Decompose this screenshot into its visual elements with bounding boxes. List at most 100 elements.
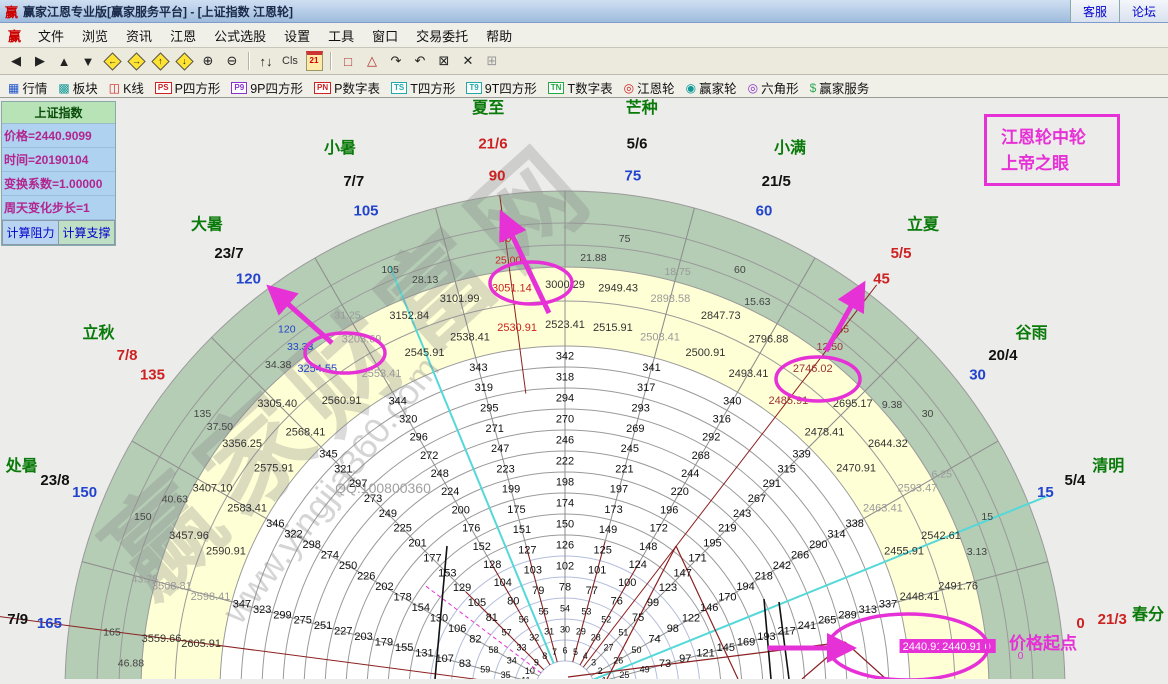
- inner-price-label: 2530.91: [497, 322, 537, 334]
- customer-service-button[interactable]: 客服: [1070, 0, 1119, 22]
- inner-price-label: 2493.41: [729, 368, 769, 380]
- eye-annotation-box: 江恩轮中轮 上帝之眼: [984, 114, 1120, 186]
- wheel-number: 55: [539, 606, 549, 616]
- wheel-number: 201: [408, 538, 426, 550]
- date-label: 23/8: [40, 472, 69, 489]
- module-p-square[interactable]: PSP四方形: [153, 77, 223, 98]
- angle-label: 75: [625, 167, 642, 184]
- nav-next-icon[interactable]: ▶: [29, 51, 51, 71]
- rotate-ccw-icon[interactable]: ↶: [409, 51, 431, 71]
- fraction-label: 18.75: [664, 266, 690, 278]
- wheel-number: 246: [556, 435, 574, 447]
- fraction-label: 15.63: [744, 296, 770, 308]
- cls-button[interactable]: Cls: [279, 51, 301, 71]
- module-sectors[interactable]: ▩板块: [56, 77, 99, 98]
- wheel-number: 153: [438, 567, 456, 579]
- panel-row-0: 价格=2440.9099: [2, 124, 115, 148]
- wheel-number: 123: [659, 582, 677, 594]
- pin-icon[interactable]: ⊞: [481, 51, 503, 71]
- solar-term-label: 大暑: [191, 215, 223, 234]
- menu-item-9[interactable]: 帮助: [477, 24, 521, 47]
- wheel-number: 7: [552, 647, 557, 657]
- rotate-cw-icon[interactable]: ↷: [385, 51, 407, 71]
- wheel-number: 268: [692, 450, 710, 462]
- module-kline[interactable]: ◫K线: [107, 77, 146, 98]
- wheel-number: 177: [423, 552, 441, 564]
- wheel-number: 176: [462, 523, 480, 535]
- module-t-square[interactable]: TST四方形: [389, 77, 457, 98]
- module-9p-square[interactable]: P99P四方形: [229, 77, 305, 98]
- wheel-number: 147: [674, 567, 692, 579]
- pointer-up-icon[interactable]: ▲: [53, 51, 75, 71]
- pointer-down-icon[interactable]: ▼: [77, 51, 99, 71]
- zoom-out-icon[interactable]: ⊖: [221, 51, 243, 71]
- t-square-icon: TS: [391, 82, 407, 94]
- band-angle-label: 150: [134, 511, 152, 523]
- forum-button[interactable]: 论坛: [1119, 0, 1168, 22]
- diamond-up-icon[interactable]: ↑: [149, 51, 171, 71]
- menu-item-7[interactable]: 窗口: [363, 24, 407, 47]
- wheel-number: 346: [266, 518, 284, 530]
- date-label: 21/6: [478, 136, 507, 153]
- 9t-square-icon: T9: [466, 82, 481, 94]
- calendar-icon[interactable]: 21: [303, 51, 325, 71]
- kline-label: K线: [123, 78, 144, 97]
- calc-support-button[interactable]: 计算支撑: [59, 220, 115, 245]
- menu-item-2[interactable]: 资讯: [117, 24, 161, 47]
- module-quotes[interactable]: ▦行情: [6, 77, 49, 98]
- updown-icon[interactable]: ↑↓: [255, 51, 277, 71]
- wheel-number: 267: [748, 493, 766, 505]
- module-9t-square[interactable]: T9 9T四方形: [464, 77, 538, 98]
- diamond-left-icon[interactable]: ←: [101, 51, 123, 71]
- zoom-in-icon[interactable]: ⊕: [197, 51, 219, 71]
- boxed-x-icon[interactable]: ⊠: [433, 51, 455, 71]
- outer-price-label: 3000.29: [545, 279, 585, 291]
- wheel-number: 8: [542, 651, 547, 661]
- wheel-number: 296: [410, 432, 428, 444]
- triangle-tool-icon[interactable]: △: [361, 51, 383, 71]
- wheel-number: 145: [717, 642, 735, 654]
- wheel-number: 6: [562, 646, 567, 656]
- scatter-icon[interactable]: ✕: [457, 51, 479, 71]
- wheel-number: 221: [615, 463, 633, 475]
- wheel-number: 197: [610, 484, 628, 496]
- module-t-table[interactable]: TNT数字表: [546, 77, 615, 98]
- calc-resistance-button[interactable]: 计算阻力: [2, 220, 59, 245]
- module-winner-wheel[interactable]: ◉赢家轮: [684, 77, 739, 98]
- menu-item-6[interactable]: 工具: [319, 24, 363, 47]
- wheel-number: 195: [703, 538, 721, 550]
- solar-term-label: 小满: [774, 139, 806, 157]
- date-label: 5/6: [627, 136, 648, 153]
- wheel-number: 28: [591, 633, 601, 643]
- menu-item-5[interactable]: 设置: [275, 24, 319, 47]
- wheel-number: 317: [637, 382, 655, 394]
- wheel-number: 345: [319, 448, 337, 460]
- wheel-number: 59: [480, 665, 490, 675]
- wheel-number: 5: [573, 647, 578, 657]
- module-winner-service[interactable]: $赢家服务: [808, 77, 872, 98]
- wheel-number: 76: [611, 595, 623, 607]
- hexagon-icon: ◎: [748, 82, 758, 94]
- module-hexagon[interactable]: ◎六角形: [746, 77, 801, 98]
- menu-item-8[interactable]: 交易委托: [407, 24, 477, 47]
- wheel-number: 219: [718, 523, 736, 535]
- 9p-square-icon: P9: [231, 82, 247, 94]
- menu-item-3[interactable]: 江恩: [161, 24, 205, 47]
- module-p-table[interactable]: PNP数字表: [312, 77, 382, 98]
- wheel-number: 30: [560, 625, 570, 635]
- outer-price-label: 2695.17: [833, 398, 873, 410]
- angle-label: 120: [236, 270, 261, 287]
- wheel-number: 291: [763, 478, 781, 490]
- square-tool-icon[interactable]: □: [337, 51, 359, 71]
- 9t-square-label: 9T四方形: [485, 78, 537, 97]
- nav-prev-icon[interactable]: ◀: [5, 51, 27, 71]
- menu-item-4[interactable]: 公式选股: [205, 24, 275, 47]
- diamond-down-icon[interactable]: ↓: [173, 51, 195, 71]
- band-angle-label: 105: [381, 264, 399, 276]
- menu-item-1[interactable]: 浏览: [73, 24, 117, 47]
- solar-term-label: 春分: [1131, 604, 1164, 623]
- wheel-number: 275: [294, 615, 312, 627]
- module-gann-wheel[interactable]: ◎江恩轮: [622, 77, 677, 98]
- diamond-right-icon[interactable]: →: [125, 51, 147, 71]
- menu-item-0[interactable]: 文件: [29, 24, 73, 47]
